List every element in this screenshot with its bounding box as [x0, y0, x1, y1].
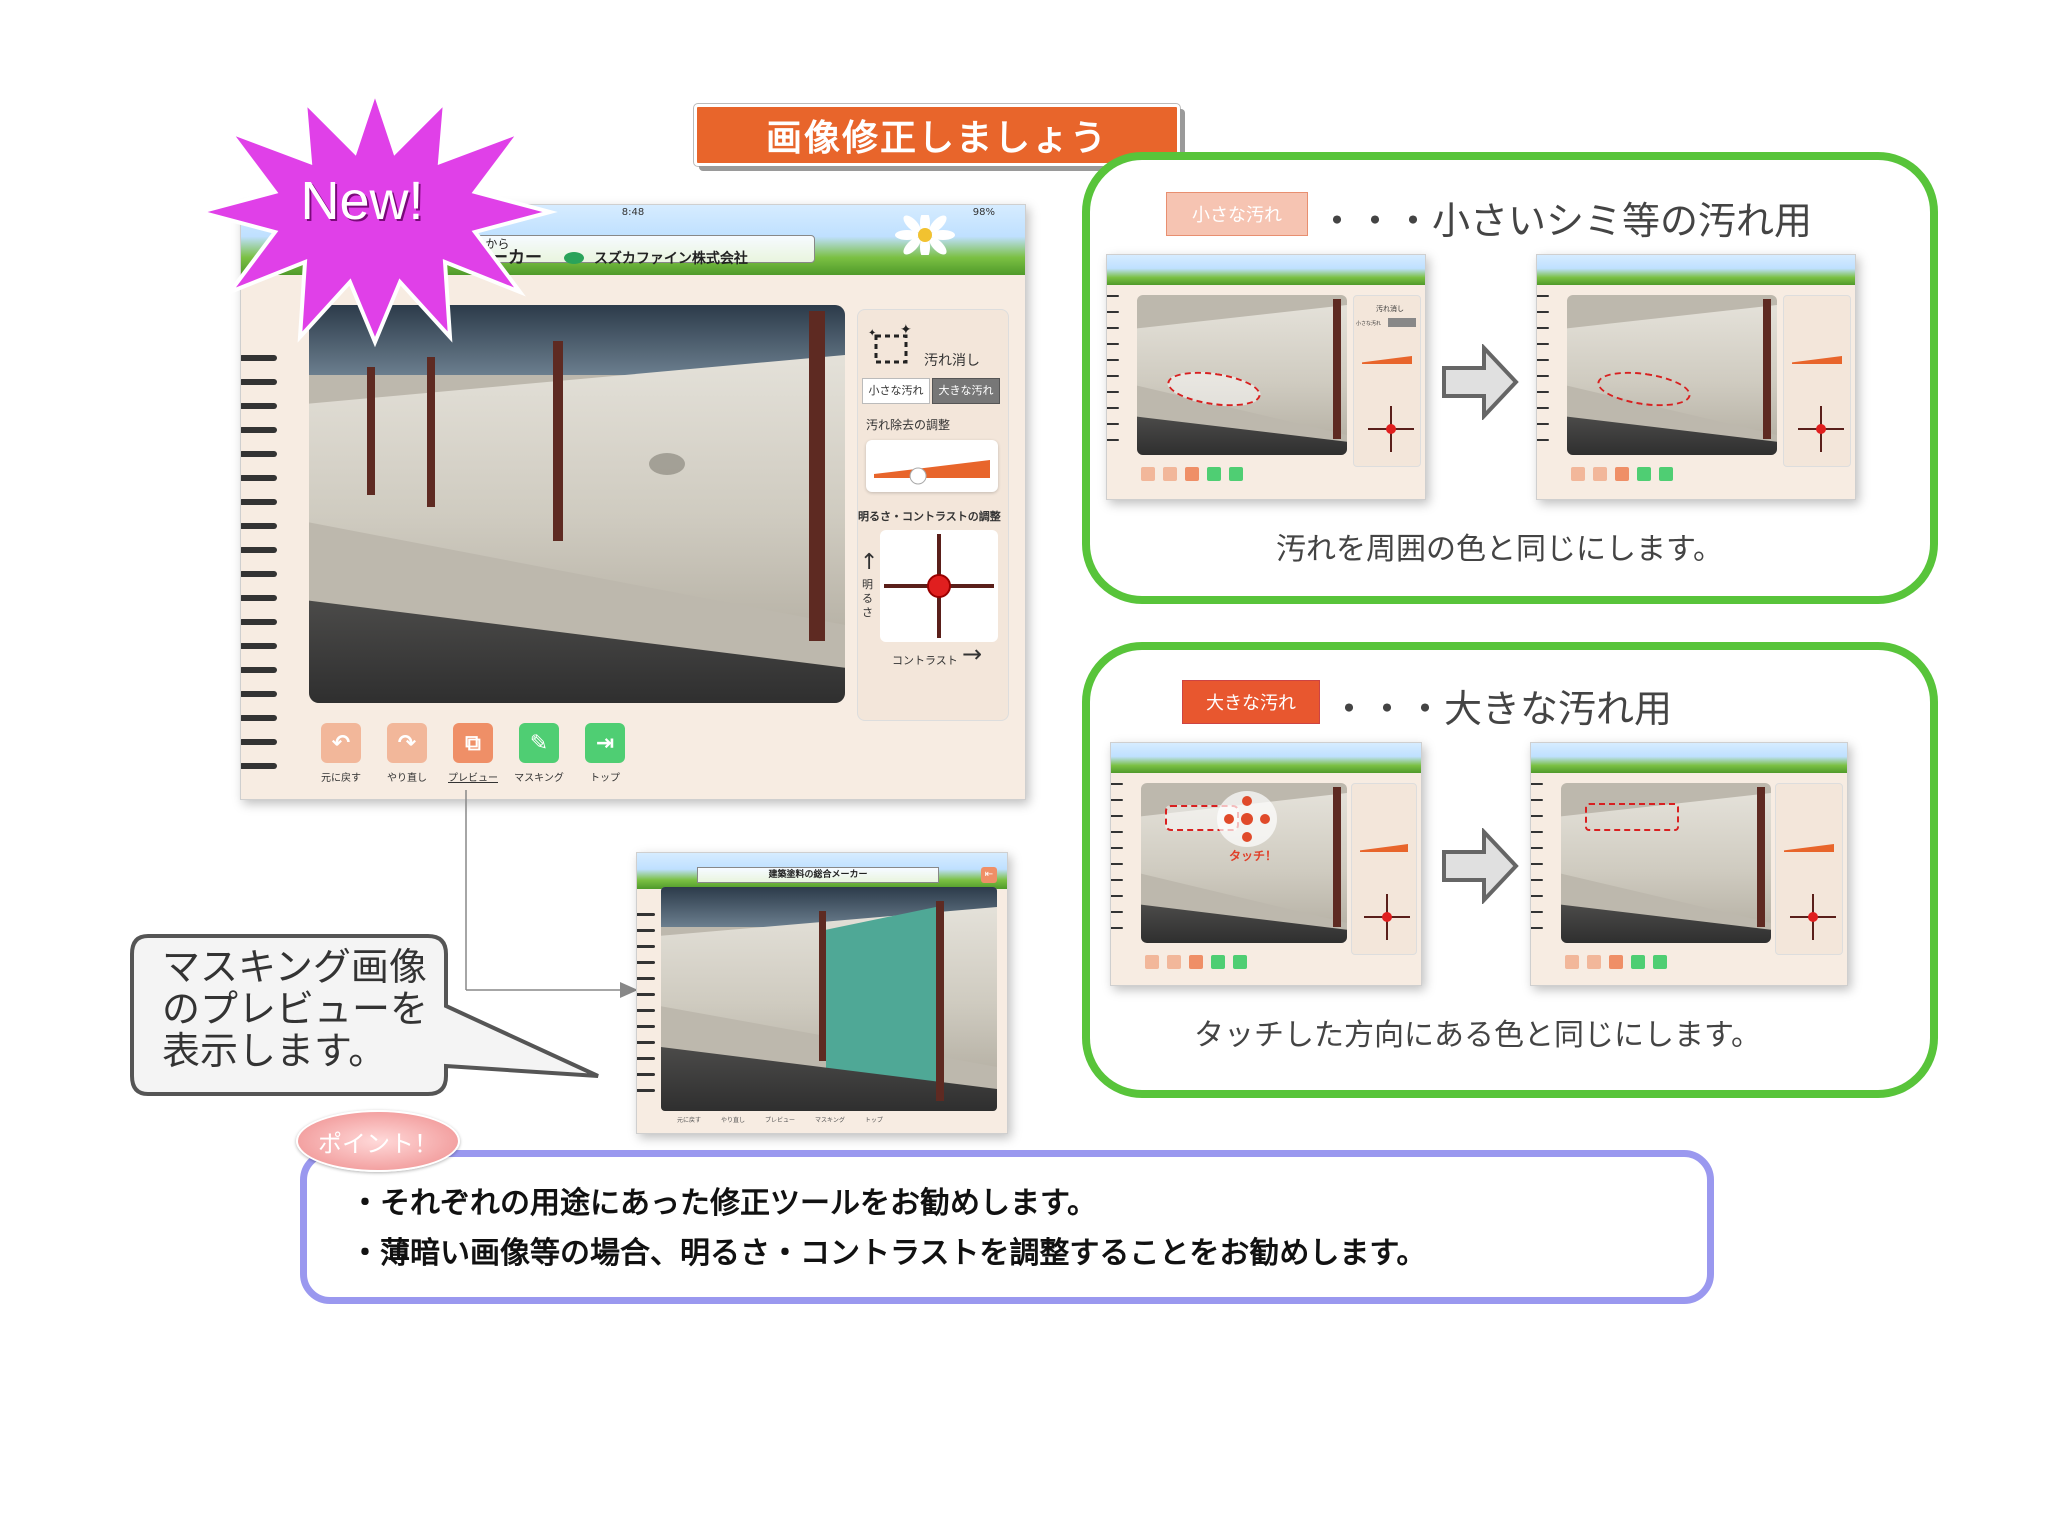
point-badge: ポイント！ — [296, 1110, 460, 1172]
header-brand: スズカファイン株式会社 — [593, 251, 748, 267]
removal-slider[interactable] — [866, 440, 998, 492]
large-stain-heading: ・・・大きな汚れ用 — [1330, 687, 1673, 731]
small-stain-tag: 小さな汚れ — [1166, 192, 1308, 236]
redo-icon: ↷ — [387, 723, 427, 763]
direction-picker-icon[interactable] — [1217, 791, 1277, 847]
point-line-2: ・薄暗い画像等の場合、明るさ・コントラストを調整することをお勧めします。 — [350, 1236, 1427, 1271]
small-stain-button[interactable]: 小さな汚れ — [862, 378, 930, 404]
toolbar-top[interactable]: ⇥ トップ — [575, 723, 635, 784]
toolbar-masking[interactable]: ✎ マスキング — [509, 723, 569, 784]
wall-photo[interactable] — [309, 305, 845, 703]
large-stain-tag: 大きな汚れ — [1182, 680, 1320, 724]
toolbar-undo[interactable]: ↶ 元に戻す — [311, 723, 371, 784]
toolbar-redo[interactable]: ↷ やり直し — [377, 723, 437, 784]
before-after-arrow-icon — [1442, 344, 1519, 420]
toolbar-preview[interactable]: ⧉ プレビュー — [443, 723, 503, 784]
preview-ipad-screenshot: 建築塗料の総合メーカー ⇤ 元に戻す やり直し プレビュー マスキング トップ — [636, 852, 1008, 1134]
control-panel: ✦ ✦ 汚れ消し 小さな汚れ 大きな汚れ 汚れ除去の調整 明るさ・コントラストの調… — [857, 309, 1009, 721]
removal-adjust-label: 汚れ除去の調整 — [866, 418, 951, 432]
masking-icon: ✎ — [519, 723, 559, 763]
adjust-point[interactable] — [927, 574, 951, 598]
svg-text:✦: ✦ — [900, 322, 912, 338]
svg-text:✦: ✦ — [868, 328, 876, 339]
battery-indicator: 98% — [972, 207, 995, 218]
top-icon: ⇥ — [585, 723, 625, 763]
preview-header: 建築塗料の総合メーカー — [697, 867, 939, 883]
brightness-contrast-pad[interactable] — [880, 530, 998, 642]
masking-label: マスキング — [514, 773, 564, 784]
large-before-screenshot: タッチ！ — [1110, 742, 1422, 986]
selection-sparkle-icon: ✦ ✦ — [868, 322, 916, 370]
up-arrow-icon: ↑ — [860, 550, 879, 575]
undo-label: 元に戻す — [321, 773, 361, 784]
close-icon[interactable]: ⇤ — [981, 867, 997, 883]
stain-removal-label: 汚れ消し — [924, 353, 980, 369]
brightness-axis-label: 明るさ — [862, 578, 873, 619]
point-line-1: ・それぞれの用途にあった修正ツールをお勧めします。 — [350, 1186, 1097, 1221]
small-stain-heading: ・・・小さいシミ等の汚れ用 — [1318, 199, 1813, 243]
bubble-text: マスキング画像 のプレビューを 表示します。 — [162, 945, 429, 1073]
large-stain-button[interactable]: 大きな汚れ — [932, 378, 1000, 404]
masking-overlay — [826, 907, 936, 1097]
small-before-screenshot: 汚れ消し 小さな汚れ — [1106, 254, 1426, 500]
page-title-banner: 画像修正しましょう — [694, 104, 1180, 166]
point-box — [300, 1150, 1714, 1304]
stain-patch — [649, 453, 685, 475]
brightness-contrast-label: 明るさ・コントラストの調整 — [858, 510, 1001, 523]
large-stain-caption: タッチした方向にある色と同じにします。 — [1194, 1018, 1761, 1053]
preview-icon: ⧉ — [453, 723, 493, 763]
touch-label: タッチ！ — [1229, 849, 1278, 863]
preview-toolbar: 元に戻す やり直し プレビュー マスキング トップ — [677, 1117, 883, 1124]
slider-knob[interactable] — [909, 467, 927, 485]
status-time: 8:48 — [621, 207, 645, 218]
new-badge-text: New! — [300, 171, 424, 231]
undo-icon: ↶ — [321, 723, 361, 763]
contrast-axis-label: コントラスト — [892, 654, 958, 667]
small-after-screenshot — [1536, 254, 1856, 500]
small-stain-caption: 汚れを周囲の色と同じにします。 — [1276, 532, 1723, 567]
preview-label: プレビュー — [448, 773, 498, 784]
before-after-arrow-icon-2 — [1442, 828, 1519, 904]
brand-logo-icon — [563, 252, 584, 264]
right-arrow-icon: → — [962, 640, 983, 668]
large-after-screenshot — [1530, 742, 1848, 986]
masked-wall-preview — [661, 887, 997, 1111]
top-label: トップ — [590, 773, 620, 784]
redo-label: やり直し — [387, 773, 427, 784]
daisy-flower-icon — [895, 211, 955, 259]
